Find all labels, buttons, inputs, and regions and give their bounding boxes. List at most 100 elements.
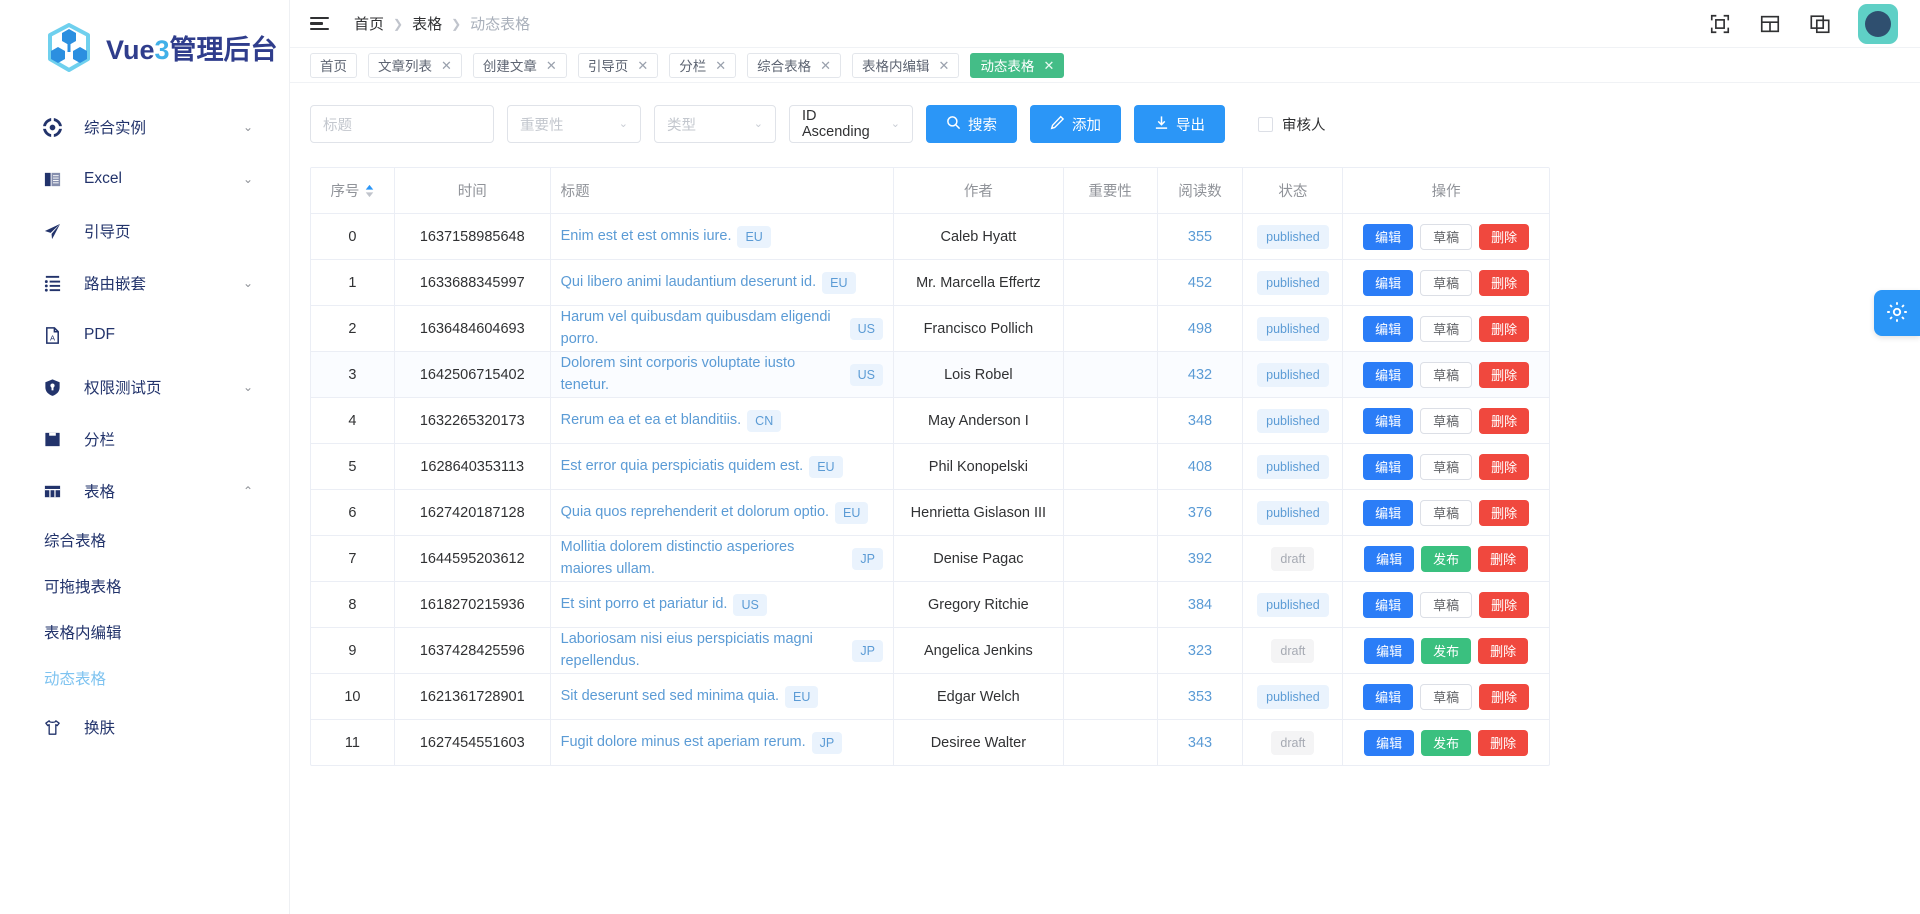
reviewer-checkbox[interactable]: 审核人 [1258, 114, 1326, 135]
cell-status: published [1243, 214, 1344, 259]
sidebar-item-excel[interactable]: Excel ⌄ [0, 153, 289, 205]
search-button[interactable]: 搜索 [926, 105, 1017, 143]
tag-create-article[interactable]: 创建文章 ✕ [472, 52, 567, 78]
sidebar-item-nested-routes[interactable]: 路由嵌套 ⌄ [0, 257, 289, 309]
sidebar-subitem-inline-edit-table[interactable]: 表格内编辑 [0, 609, 289, 655]
tag-article-list[interactable]: 文章列表 ✕ [368, 52, 462, 78]
close-icon[interactable]: ✕ [715, 59, 726, 72]
tag-columns[interactable]: 分栏 ✕ [669, 52, 737, 78]
draft-button[interactable]: 草稿 [1420, 683, 1473, 710]
fullscreen-icon[interactable] [1708, 12, 1732, 36]
title-link[interactable]: Fugit dolore minus est aperiam rerum. [561, 732, 806, 754]
sidebar-item-theme[interactable]: 换肤 [0, 701, 289, 753]
publish-button[interactable]: 发布 [1421, 637, 1472, 664]
edit-button[interactable]: 编辑 [1364, 729, 1415, 756]
edit-button[interactable]: 编辑 [1363, 591, 1414, 618]
sidebar-item-guide[interactable]: 引导页 [0, 205, 289, 257]
draft-button[interactable]: 草稿 [1420, 361, 1473, 388]
title-search-input[interactable]: 标题 [310, 105, 494, 143]
tag-guide[interactable]: 引导页 ✕ [577, 52, 659, 78]
title-link[interactable]: Et sint porro et pariatur id. [561, 594, 728, 616]
delete-button[interactable]: 删除 [1479, 453, 1530, 480]
breadcrumb-item-home[interactable]: 首页 [354, 13, 384, 34]
close-icon[interactable]: ✕ [820, 59, 831, 72]
delete-button[interactable]: 删除 [1479, 315, 1530, 342]
delete-button[interactable]: 删除 [1479, 683, 1530, 710]
sidebar-subitem-comprehensive-table[interactable]: 综合表格 [0, 517, 289, 563]
tag-dynamic-table[interactable]: 动态表格 ✕ [970, 52, 1065, 78]
layout-size-icon[interactable] [1758, 12, 1782, 36]
brand-logo[interactable]: Vue3管理后台 [0, 0, 289, 95]
title-link[interactable]: Mollitia dolorem distinctio asperiores m… [561, 537, 847, 581]
delete-button[interactable]: 删除 [1478, 637, 1529, 664]
checkbox-box[interactable] [1258, 116, 1273, 132]
title-link[interactable]: Harum vel quibusdam quibusdam eligendi p… [561, 307, 844, 351]
type-select[interactable]: 类型 ⌄ [654, 105, 776, 143]
breadcrumb-item-table[interactable]: 表格 [412, 13, 442, 34]
tag-inline-edit-table[interactable]: 表格内编辑 ✕ [852, 52, 960, 78]
publish-button[interactable]: 发布 [1421, 729, 1472, 756]
close-icon[interactable]: ✕ [546, 59, 557, 72]
sidebar-subitem-draggable-table[interactable]: 可拖拽表格 [0, 563, 289, 609]
delete-button[interactable]: 删除 [1479, 407, 1530, 434]
draft-button[interactable]: 草稿 [1420, 315, 1473, 342]
close-icon[interactable]: ✕ [441, 59, 452, 72]
draft-button[interactable]: 草稿 [1420, 269, 1473, 296]
edit-button[interactable]: 编辑 [1363, 499, 1414, 526]
edit-button[interactable]: 编辑 [1363, 453, 1414, 480]
delete-button[interactable]: 删除 [1478, 545, 1529, 572]
title-link[interactable]: Qui libero animi laudantium deserunt id. [561, 272, 817, 294]
delete-button[interactable]: 删除 [1479, 591, 1530, 618]
sidebar-subitem-dynamic-table[interactable]: 动态表格 [0, 655, 289, 701]
delete-button[interactable]: 删除 [1479, 499, 1530, 526]
publish-button[interactable]: 发布 [1421, 545, 1472, 572]
settings-fab[interactable] [1874, 290, 1920, 336]
title-link[interactable]: Laboriosam nisi eius perspiciatis magni … [561, 629, 847, 673]
delete-button[interactable]: 删除 [1479, 269, 1530, 296]
avatar[interactable] [1858, 3, 1898, 44]
cell-time: 1628640353113 [395, 444, 551, 489]
close-icon[interactable]: ✕ [939, 59, 950, 72]
sort-select[interactable]: ID Ascending ⌄ [789, 105, 913, 143]
sort-caret-icon[interactable] [365, 184, 374, 198]
delete-button[interactable]: 删除 [1479, 361, 1530, 388]
edit-button[interactable]: 编辑 [1364, 545, 1415, 572]
tag-home[interactable]: 首页 [310, 52, 357, 78]
draft-button[interactable]: 草稿 [1420, 223, 1473, 250]
sidebar-item-permission[interactable]: 权限测试页 ⌄ [0, 361, 289, 413]
column-header-index[interactable]: 序号 [311, 168, 395, 213]
language-icon[interactable] [1808, 12, 1832, 36]
close-icon[interactable]: ✕ [1043, 59, 1054, 72]
hamburger-icon[interactable] [310, 13, 332, 35]
edit-button[interactable]: 编辑 [1363, 223, 1414, 250]
title-link[interactable]: Enim est et est omnis iure. [561, 226, 732, 248]
edit-button[interactable]: 编辑 [1363, 683, 1414, 710]
draft-button[interactable]: 草稿 [1420, 591, 1473, 618]
edit-button[interactable]: 编辑 [1363, 361, 1414, 388]
draft-button[interactable]: 草稿 [1420, 499, 1473, 526]
title-link[interactable]: Dolorem sint corporis voluptate iusto te… [561, 353, 844, 397]
edit-button[interactable]: 编辑 [1364, 637, 1415, 664]
edit-button[interactable]: 编辑 [1363, 315, 1414, 342]
add-button[interactable]: 添加 [1030, 105, 1121, 143]
draft-button[interactable]: 草稿 [1420, 407, 1473, 434]
tag-comprehensive-table[interactable]: 综合表格 ✕ [747, 52, 842, 78]
sidebar-item-pdf[interactable]: A PDF [0, 309, 289, 361]
cell-importance [1064, 720, 1158, 765]
edit-button[interactable]: 编辑 [1363, 407, 1414, 434]
sidebar-item-table[interactable]: 表格 ⌃ [0, 465, 289, 517]
title-link[interactable]: Quia quos reprehenderit et dolorum optio… [561, 502, 829, 524]
export-button[interactable]: 导出 [1134, 105, 1225, 143]
importance-select[interactable]: 重要性 ⌄ [507, 105, 641, 143]
delete-button[interactable]: 删除 [1478, 729, 1529, 756]
draft-button[interactable]: 草稿 [1420, 453, 1473, 480]
edit-button[interactable]: 编辑 [1363, 269, 1414, 296]
delete-button[interactable]: 删除 [1479, 223, 1530, 250]
title-link[interactable]: Sit deserunt sed sed minima quia. [561, 686, 779, 708]
sidebar-item-columns[interactable]: 分栏 [0, 413, 289, 465]
status-badge: published [1257, 684, 1329, 709]
sidebar-item-comprehensive[interactable]: 综合实例 ⌄ [0, 101, 289, 153]
close-icon[interactable]: ✕ [637, 59, 648, 72]
title-link[interactable]: Rerum ea et ea et blanditiis. [561, 410, 742, 432]
title-link[interactable]: Est error quia perspiciatis quidem est. [561, 456, 804, 478]
